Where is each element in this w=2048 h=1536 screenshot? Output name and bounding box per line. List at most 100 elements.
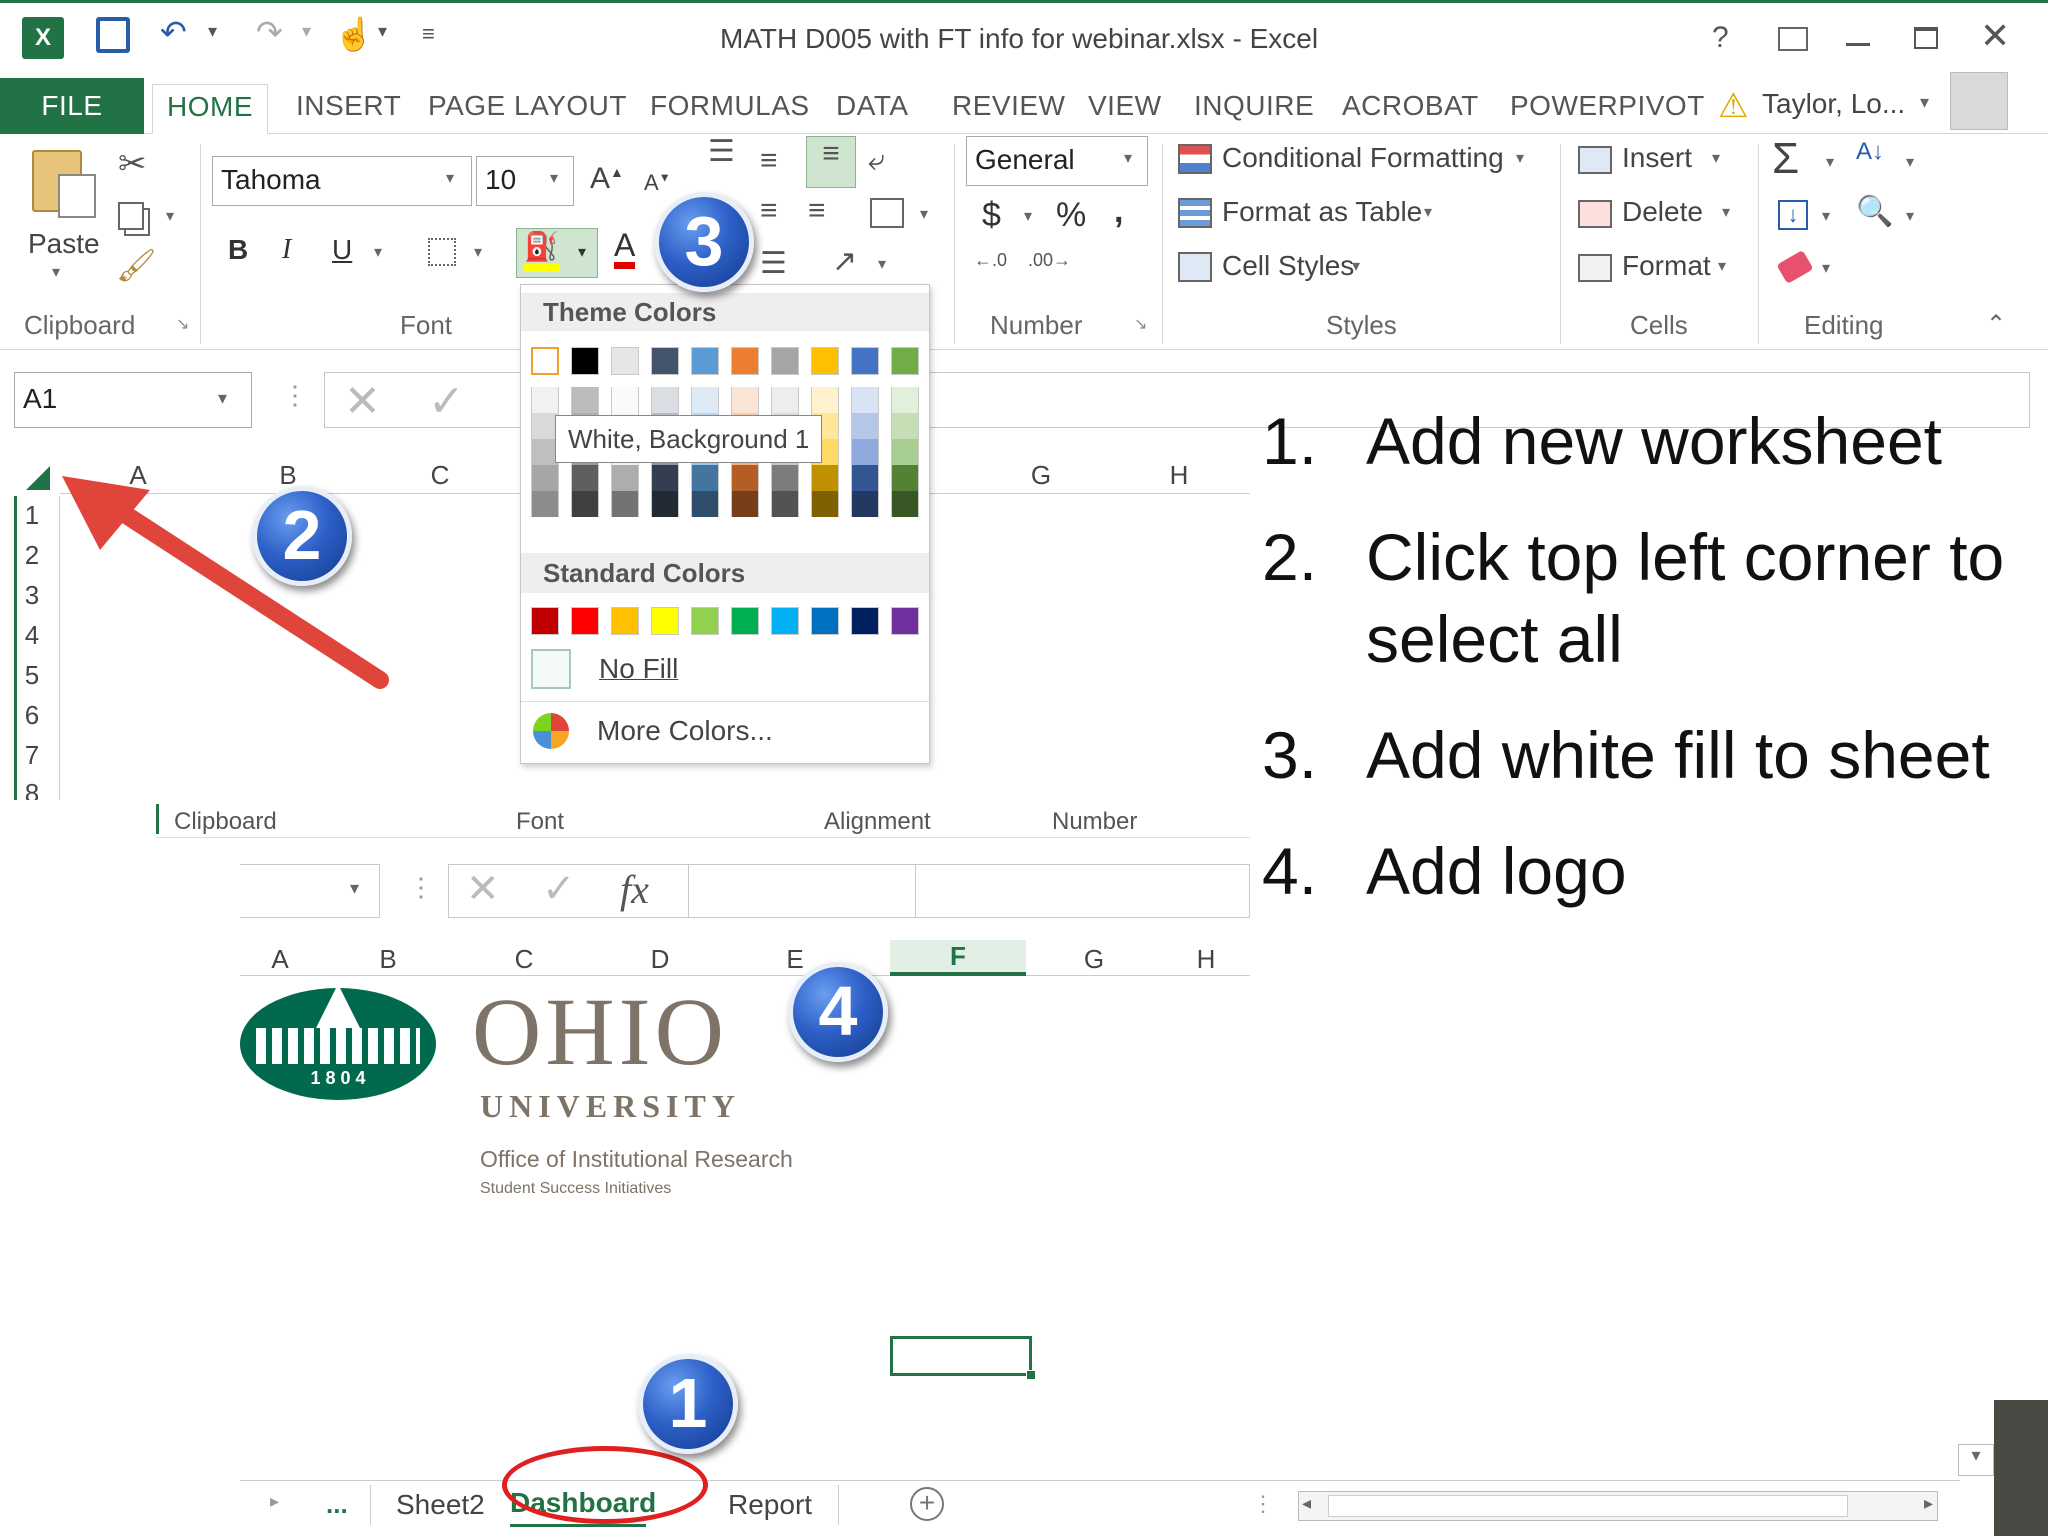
touch-mode-icon[interactable]: ☝ bbox=[334, 15, 374, 53]
theme-color-swatch[interactable] bbox=[811, 347, 839, 375]
sort-dropdown-icon[interactable]: ▾ bbox=[1906, 152, 1914, 172]
row-header[interactable]: 6 bbox=[20, 700, 44, 731]
column-header-b[interactable]: B bbox=[320, 944, 456, 975]
scrollbar-thumb[interactable] bbox=[1328, 1495, 1848, 1517]
theme-shade-swatch[interactable] bbox=[651, 465, 679, 491]
align-bottom-icon[interactable]: ≡ bbox=[806, 136, 856, 188]
theme-shade-swatch[interactable] bbox=[731, 465, 759, 491]
cancel-icon[interactable]: ✕ bbox=[344, 376, 381, 427]
indent-icon[interactable]: ☰ bbox=[760, 246, 787, 281]
column-header-d[interactable]: D bbox=[592, 944, 728, 975]
theme-shade-swatch[interactable] bbox=[531, 465, 559, 491]
font-color-icon[interactable]: A bbox=[614, 228, 636, 269]
vertical-scroll-down-icon[interactable]: ▾ bbox=[1958, 1444, 1994, 1476]
theme-shade-swatch[interactable] bbox=[851, 413, 879, 439]
italic-button[interactable]: I bbox=[282, 234, 291, 266]
sort-filter-icon[interactable]: A↓ bbox=[1856, 138, 1884, 166]
merge-dropdown-icon[interactable]: ▾ bbox=[920, 204, 928, 224]
theme-shade-swatch[interactable] bbox=[811, 387, 839, 413]
cell-styles-button[interactable]: Cell Styles bbox=[1222, 250, 1354, 282]
minimize-icon[interactable] bbox=[1846, 43, 1870, 46]
tab-file[interactable]: FILE bbox=[0, 78, 144, 134]
redo-dropdown-icon[interactable]: ▾ bbox=[302, 21, 311, 42]
number-format-select[interactable]: General bbox=[966, 136, 1148, 186]
scroll-left-icon[interactable]: ◂ bbox=[1302, 1493, 1311, 1514]
tab-formulas[interactable]: FORMULAS bbox=[650, 84, 810, 134]
theme-shade-swatch[interactable] bbox=[611, 465, 639, 491]
theme-shade-swatch[interactable] bbox=[731, 491, 759, 517]
theme-shade-swatch[interactable] bbox=[651, 387, 679, 413]
theme-shade-swatch[interactable] bbox=[771, 387, 799, 413]
column-header-g[interactable]: G bbox=[970, 460, 1112, 491]
theme-color-swatch[interactable] bbox=[851, 347, 879, 375]
autosum-icon[interactable]: Σ bbox=[1772, 134, 1799, 184]
sheet-tab-sheet2[interactable]: Sheet2 bbox=[396, 1489, 485, 1521]
format-cells-icon[interactable] bbox=[1578, 254, 1612, 282]
clear-eraser-icon[interactable] bbox=[1776, 249, 1814, 285]
align-middle-icon[interactable]: ≡ bbox=[760, 144, 778, 178]
theme-shade-swatch[interactable] bbox=[851, 465, 879, 491]
decrease-decimal-icon[interactable]: .00→ bbox=[1028, 250, 1071, 271]
standard-color-swatch[interactable] bbox=[851, 607, 879, 635]
theme-shade-swatch[interactable] bbox=[891, 387, 919, 413]
currency-button[interactable]: $ bbox=[982, 196, 1001, 235]
cell-styles-dropdown-icon[interactable]: ▾ bbox=[1352, 256, 1360, 276]
tab-view[interactable]: VIEW bbox=[1088, 84, 1162, 134]
user-dropdown-icon[interactable]: ▾ bbox=[1920, 92, 1929, 113]
insert-function-icon[interactable]: fx bbox=[620, 866, 649, 913]
theme-color-swatch[interactable] bbox=[771, 347, 799, 375]
tab-inquire[interactable]: INQUIRE bbox=[1194, 84, 1314, 134]
more-colors-option[interactable]: More Colors... bbox=[597, 715, 773, 747]
theme-shade-swatch[interactable] bbox=[811, 465, 839, 491]
theme-shade-swatch[interactable] bbox=[651, 491, 679, 517]
conditional-formatting-icon[interactable] bbox=[1178, 144, 1212, 174]
format-painter-icon[interactable]: 🖌 bbox=[116, 246, 157, 284]
enter-icon[interactable]: ✓ bbox=[428, 376, 465, 427]
underline-button[interactable]: U bbox=[332, 234, 352, 266]
row-header[interactable]: 7 bbox=[20, 740, 44, 771]
align-top-icon[interactable]: ☰ bbox=[708, 134, 735, 169]
paste-dropdown-icon[interactable]: ▾ bbox=[52, 262, 60, 282]
orientation-icon[interactable]: ↗ bbox=[832, 244, 857, 279]
insert-cells-button[interactable]: Insert bbox=[1622, 142, 1692, 174]
theme-shade-swatch[interactable] bbox=[771, 465, 799, 491]
touch-dropdown-icon[interactable]: ▾ bbox=[378, 21, 387, 42]
align-right-icon[interactable]: ≡ bbox=[808, 194, 826, 228]
column-header-g[interactable]: G bbox=[1026, 944, 1162, 975]
font-name-dropdown-icon[interactable]: ▾ bbox=[446, 168, 454, 188]
tab-page-layout[interactable]: PAGE LAYOUT bbox=[428, 84, 627, 134]
theme-shade-swatch[interactable] bbox=[691, 465, 719, 491]
name-box-dropdown-icon[interactable]: ▾ bbox=[218, 388, 227, 409]
theme-shade-swatch[interactable] bbox=[691, 387, 719, 413]
help-button[interactable]: ? bbox=[1712, 21, 1729, 55]
font-size-select[interactable]: 10 bbox=[476, 156, 574, 206]
bold-button[interactable]: B bbox=[228, 234, 248, 266]
theme-color-swatch[interactable] bbox=[691, 347, 719, 375]
theme-color-swatch[interactable] bbox=[731, 347, 759, 375]
theme-shade-swatch[interactable] bbox=[731, 387, 759, 413]
currency-dropdown-icon[interactable]: ▾ bbox=[1024, 206, 1032, 226]
tab-acrobat[interactable]: ACROBAT bbox=[1342, 84, 1479, 134]
standard-color-swatch[interactable] bbox=[651, 607, 679, 635]
fill-bucket-icon[interactable]: ⛽ bbox=[524, 230, 559, 263]
clear-dropdown-icon[interactable]: ▾ bbox=[1822, 258, 1830, 278]
tab-powerpivot[interactable]: POWERPIVOT bbox=[1510, 84, 1705, 134]
theme-shade-swatch[interactable] bbox=[851, 491, 879, 517]
redo-icon[interactable]: ↷ bbox=[256, 13, 283, 51]
undo-dropdown-icon[interactable]: ▾ bbox=[208, 21, 217, 42]
fill-dropdown-icon[interactable]: ▾ bbox=[578, 242, 586, 262]
theme-color-swatch[interactable] bbox=[531, 347, 559, 375]
theme-shade-swatch[interactable] bbox=[611, 491, 639, 517]
column-header-c[interactable]: C bbox=[456, 944, 592, 975]
cut-icon[interactable]: ✂ bbox=[118, 144, 147, 184]
clipboard-launcher-icon[interactable]: ↘ bbox=[176, 314, 189, 334]
theme-shade-swatch[interactable] bbox=[611, 387, 639, 413]
user-name[interactable]: Taylor, Lo... bbox=[1762, 88, 1905, 120]
standard-color-swatch[interactable] bbox=[771, 607, 799, 635]
orientation-dropdown-icon[interactable]: ▾ bbox=[878, 254, 886, 274]
theme-shade-swatch[interactable] bbox=[571, 491, 599, 517]
tab-home[interactable]: HOME bbox=[152, 84, 268, 134]
fill-down-dropdown-icon[interactable]: ▾ bbox=[1822, 206, 1830, 226]
borders-dropdown-icon[interactable]: ▾ bbox=[474, 242, 482, 262]
comma-button[interactable]: , bbox=[1114, 192, 1123, 231]
